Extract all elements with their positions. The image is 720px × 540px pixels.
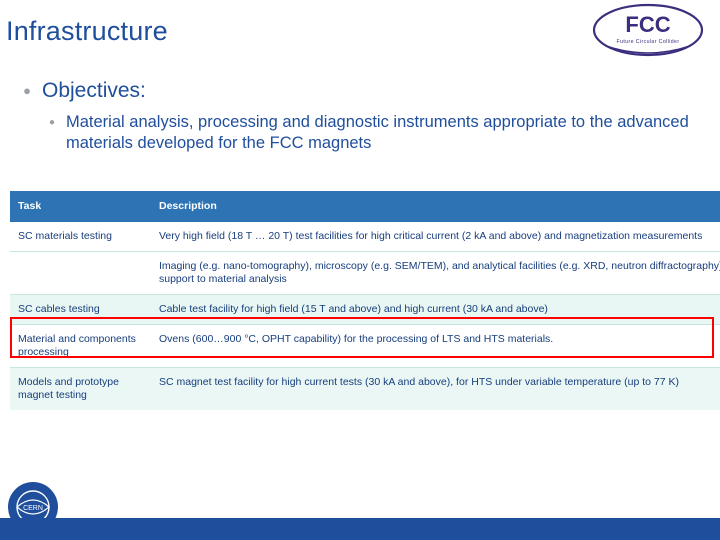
fcc-logo: FCC Future Circular Collider <box>592 2 704 58</box>
cell-task: SC materials testing <box>10 222 151 252</box>
infrastructure-table-wrap: Task Description SC materials testing Ve… <box>10 191 720 410</box>
cell-task <box>10 251 151 295</box>
bullet-level-2: ● Material analysis, processing and diag… <box>38 112 703 154</box>
cell-task: Material and components processing <box>10 324 151 368</box>
cell-description: Imaging (e.g. nano-tomography), microsco… <box>151 251 720 295</box>
svg-text:Future Circular Collider: Future Circular Collider <box>617 39 680 45</box>
cell-description: Ovens (600…900 °C, OPHT capability) for … <box>151 324 720 368</box>
bullet-level-2-text: Material analysis, processing and diagno… <box>66 113 689 152</box>
cell-task: SC cables testing <box>10 294 151 325</box>
slide-canvas: Infrastructure FCC Future Circular Colli… <box>0 0 720 540</box>
svg-text:FCC: FCC <box>625 12 670 37</box>
bullet-level-1: ● Objectives: <box>12 78 702 104</box>
cell-description: Cable test facility for high field (15 T… <box>151 294 720 325</box>
infrastructure-table: Task Description SC materials testing Ve… <box>10 191 720 410</box>
cell-description: Very high field (18 T … 20 T) test facil… <box>151 222 720 252</box>
bullet-dot-icon: ● <box>23 83 31 98</box>
bullet-level-1-text: Objectives: <box>42 79 146 102</box>
footer-bar <box>0 518 720 540</box>
svg-text:CERN: CERN <box>23 505 43 512</box>
table-row: Material and components processing Ovens… <box>10 324 720 368</box>
table-row-highlighted: SC cables testing Cable test facility fo… <box>10 294 720 325</box>
table-row: Models and prototype magnet testing SC m… <box>10 367 720 410</box>
bullet-dot-icon: ● <box>48 117 56 128</box>
table-row: Imaging (e.g. nano-tomography), microsco… <box>10 251 720 295</box>
page-title: Infrastructure <box>6 16 168 46</box>
column-header-task: Task <box>10 191 151 222</box>
table-row: SC materials testing Very high field (18… <box>10 222 720 252</box>
column-header-description: Description <box>151 191 720 222</box>
cell-task: Models and prototype magnet testing <box>10 367 151 410</box>
table-header-row: Task Description <box>10 191 720 222</box>
cell-description: SC magnet test facility for high current… <box>151 367 720 410</box>
